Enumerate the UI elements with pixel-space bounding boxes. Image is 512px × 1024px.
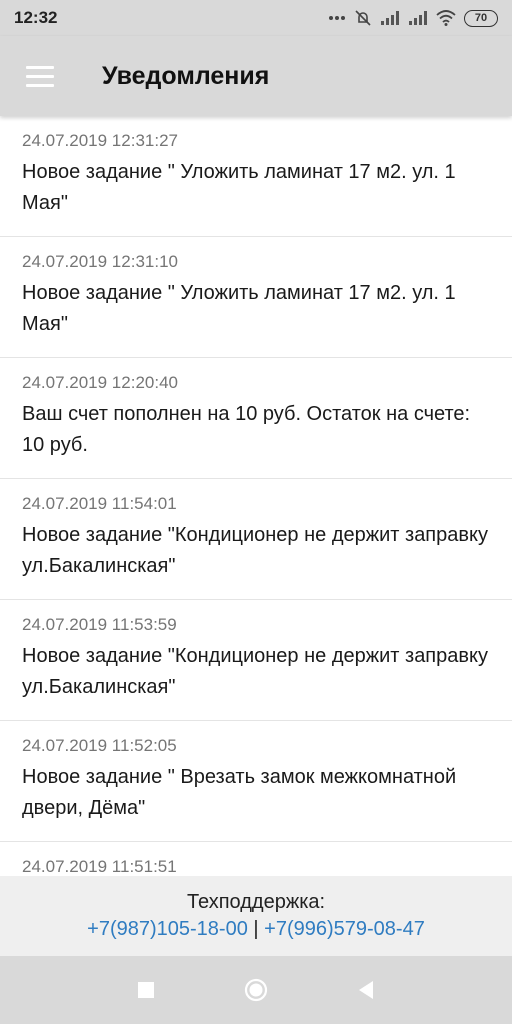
notification-text: Ваш счет пополнен на 10 руб. Остаток на … [22,403,471,456]
status-time: 12:32 [14,8,58,27]
notification-date: 24.07.2019 12:31:27 [22,131,178,150]
app-bar: Уведомления [0,36,512,116]
list-item[interactable]: 24.07.2019 12:31:27 Новое задание " Улож… [0,116,512,237]
home-circle-icon [244,978,268,1002]
home-button[interactable] [236,970,276,1010]
notification-text: Новое задание "Кондиционер не держит зап… [22,645,488,698]
support-phones: +7(987)105-18-00 | +7(996)579-08-47 [0,915,512,943]
status-icons: 70 [328,9,498,27]
list-item[interactable]: 24.07.2019 12:31:10 Новое задание " Улож… [0,237,512,358]
list-item[interactable]: 24.07.2019 11:53:59 Новое задание "Конди… [0,600,512,721]
system-nav-bar [0,956,512,1024]
more-dots-icon [328,15,346,21]
notification-date: 24.07.2019 11:52:05 [22,736,177,755]
list-item[interactable]: 24.07.2019 11:51:51 [0,842,512,876]
notification-text: Новое задание " Уложить ламинат 17 м2. у… [22,161,456,214]
list-item[interactable]: 24.07.2019 11:52:05 Новое задание " Врез… [0,721,512,842]
recents-square-icon [138,982,154,998]
notification-text: Новое задание " Врезать замок межкомнатн… [22,766,457,819]
mute-icon [354,9,372,27]
notification-date: 24.07.2019 11:54:01 [22,494,177,513]
signal-icon [380,10,400,26]
notification-text: Новое задание "Кондиционер не держит зап… [22,524,488,577]
battery-icon: 70 [464,9,498,27]
back-triangle-icon [359,981,373,999]
hamburger-menu-icon [26,65,54,87]
notification-date: 24.07.2019 12:20:40 [22,373,178,392]
recents-button[interactable] [126,970,166,1010]
support-title: Техподдержка: [186,891,326,913]
page-title: Уведомления [102,61,270,90]
menu-button[interactable] [0,36,80,116]
back-button[interactable] [346,970,386,1010]
list-item[interactable]: 24.07.2019 11:54:01 Новое задание "Конди… [0,479,512,600]
notification-text: Новое задание " Уложить ламинат 17 м2. у… [22,282,456,335]
notification-list[interactable]: 24.07.2019 12:31:27 Новое задание " Улож… [0,116,512,876]
status-bar: 12:32 70 [0,0,512,36]
list-item[interactable]: 24.07.2019 12:20:40 Ваш счет пополнен на… [0,358,512,479]
notification-date: 24.07.2019 12:31:10 [22,252,178,271]
wifi-icon [436,10,456,26]
signal-icon [408,10,428,26]
notification-date: 24.07.2019 11:53:59 [22,615,177,634]
notification-date: 24.07.2019 11:51:51 [22,857,177,876]
support-phone-link-2[interactable]: +7(996)579-08-47 [264,918,425,940]
support-phone-link-1[interactable]: +7(987)105-18-00 [87,918,248,940]
phone-separator: | [253,918,259,940]
screen: 12:32 70 Уведомления 24.07.2019 12:31:27… [0,0,512,1024]
support-footer: Техподдержка: +7(987)105-18-00 | +7(996)… [0,876,512,956]
